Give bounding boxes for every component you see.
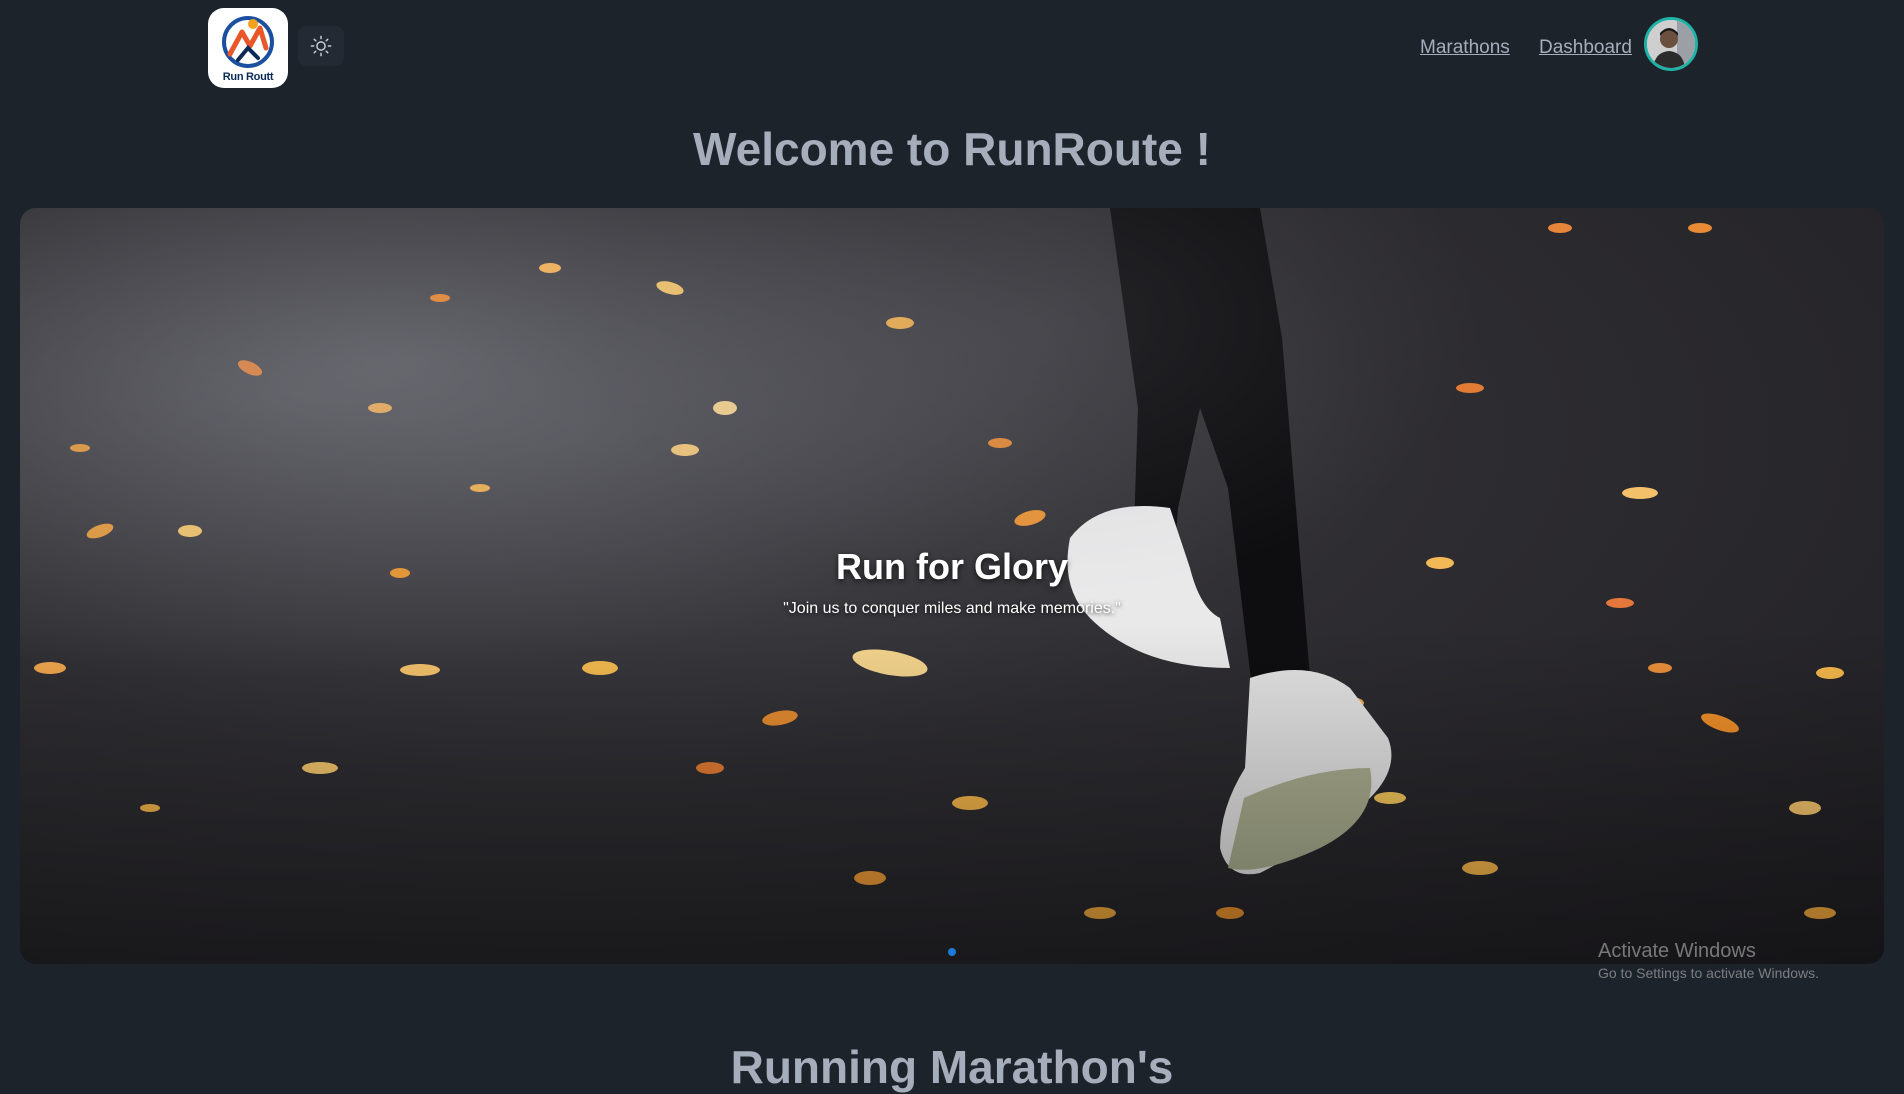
sun-icon bbox=[310, 35, 332, 57]
hero-title: Run for Glory bbox=[836, 546, 1068, 587]
section-title: Running Marathon's bbox=[730, 1041, 1174, 1093]
watermark-line-2: Go to Settings to activate Windows. bbox=[1598, 965, 1819, 981]
nav-link-marathons[interactable]: Marathons bbox=[1420, 37, 1510, 59]
hero-carousel: Run for Glory "Join us to conquer miles … bbox=[20, 208, 1884, 964]
windows-activation-watermark: Activate Windows Go to Settings to activ… bbox=[1598, 940, 1819, 981]
user-photo-icon bbox=[1647, 20, 1695, 68]
carousel-indicator-dot[interactable] bbox=[948, 948, 956, 956]
watermark-line-1: Activate Windows bbox=[1598, 940, 1756, 962]
welcome-heading: Welcome to RunRoute ! bbox=[693, 123, 1211, 175]
nav-link-dashboard[interactable]: Dashboard bbox=[1539, 37, 1632, 59]
theme-toggle-button[interactable] bbox=[298, 26, 344, 66]
hero-subtitle: "Join us to conquer miles and make memor… bbox=[783, 600, 1121, 617]
runroute-logo[interactable]: Run Routt bbox=[208, 8, 288, 88]
user-avatar[interactable] bbox=[1644, 17, 1698, 71]
logo-text: Run Routt bbox=[222, 71, 274, 83]
navbar: Run Routt Marathons Dashboard bbox=[0, 0, 1904, 92]
